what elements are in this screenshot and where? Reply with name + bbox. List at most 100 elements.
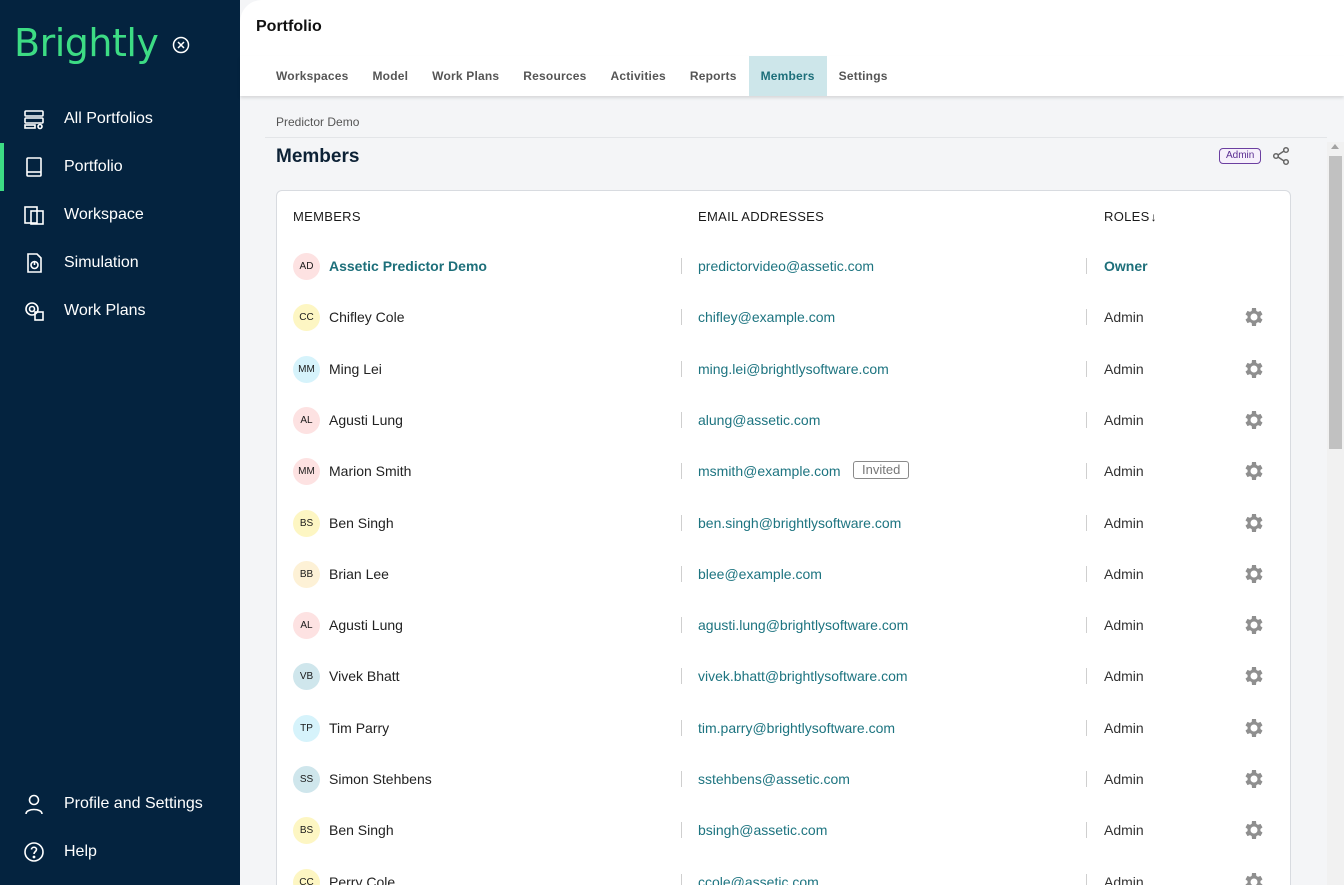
share-icon[interactable] <box>1271 146 1291 166</box>
sidebar-item-simulation[interactable]: Simulation <box>0 241 240 285</box>
close-sidebar-icon[interactable] <box>172 36 190 54</box>
member-role: Admin <box>1104 565 1144 582</box>
table-row: MM Marion Smith msmith@example.com Invited A… <box>277 446 1290 497</box>
column-divider <box>681 463 682 480</box>
avatar: AL <box>293 612 320 640</box>
column-divider <box>681 411 682 428</box>
column-divider <box>681 668 682 685</box>
gear-icon[interactable] <box>1241 716 1265 740</box>
column-divider <box>681 309 682 326</box>
breadcrumb-divider <box>265 137 1327 138</box>
member-email[interactable]: predictorvideo@assetic.com <box>698 258 874 274</box>
gear-icon[interactable] <box>1241 305 1265 329</box>
tab-work-plans[interactable]: Work Plans <box>420 56 511 96</box>
sidebar-item-workspace[interactable]: Workspace <box>0 193 240 237</box>
column-divider <box>681 258 682 274</box>
tab-members[interactable]: Members <box>748 56 827 96</box>
table-row: AL Agusti Lung alung@assetic.com Admin <box>277 395 1290 446</box>
member-email[interactable]: ming.lei@brightlysoftware.com <box>698 361 889 377</box>
member-email[interactable]: bsingh@assetic.com <box>698 822 827 838</box>
sidebar-item-portfolio[interactable]: Portfolio <box>0 143 240 191</box>
column-divider <box>1086 411 1087 428</box>
member-email[interactable]: vivek.bhatt@brightlysoftware.com <box>698 668 908 684</box>
member-role: Admin <box>1104 411 1144 428</box>
avatar: BS <box>293 817 320 845</box>
roles-column-header[interactable]: ROLES↓ <box>1104 209 1157 224</box>
table-row: SS Simon Stehbens sstehbens@assetic.com Adm… <box>277 754 1290 805</box>
breadcrumb[interactable]: Predictor Demo <box>276 115 359 129</box>
logo-text: Brightly <box>14 21 159 65</box>
column-divider <box>1086 565 1087 582</box>
members-column-header[interactable]: MEMBERS <box>293 209 361 224</box>
gear-icon[interactable] <box>1241 767 1265 791</box>
sidebar-item-label: Workspace <box>64 206 144 223</box>
member-name: Vivek Bhatt <box>329 668 400 685</box>
member-name: Brian Lee <box>329 565 389 582</box>
sidebar-item-help[interactable]: Help <box>0 830 240 874</box>
column-divider <box>681 822 682 839</box>
sidebar-item-work-plans[interactable]: Work Plans <box>0 289 240 333</box>
emails-column-header[interactable]: EMAIL ADDRESSES <box>698 209 824 224</box>
column-divider <box>681 514 682 531</box>
member-name: Ming Lei <box>329 360 382 377</box>
table-row: AL Agusti Lung agusti.lung@brightlysoftwar… <box>277 600 1290 651</box>
sidebar: Brightly All Portfolios Portfolio Worksp… <box>0 0 240 885</box>
avatar: AD <box>293 253 320 280</box>
sort-down-icon: ↓ <box>1150 210 1157 224</box>
gear-icon[interactable] <box>1241 408 1265 432</box>
member-email[interactable]: ccole@assetic.com <box>698 874 819 885</box>
member-email[interactable]: sstehbens@assetic.com <box>698 771 850 787</box>
column-divider <box>681 565 682 582</box>
gear-icon[interactable] <box>1241 613 1265 637</box>
member-role: Admin <box>1104 822 1144 839</box>
member-role: Admin <box>1104 771 1144 787</box>
member-email[interactable]: chifley@example.com <box>698 309 835 325</box>
table-row: TP Tim Parry tim.parry@brightlysoftware.co… <box>277 703 1290 754</box>
member-email[interactable]: ben.singh@brightlysoftware.com <box>698 515 901 531</box>
gear-icon[interactable] <box>1241 511 1265 535</box>
table-row: VB Vivek Bhatt vivek.bhatt@brightlysoftwar… <box>277 651 1290 702</box>
scrollbar-thumb[interactable] <box>1329 156 1342 449</box>
gear-icon[interactable] <box>1241 818 1265 842</box>
sidebar-item-label: All Portfolios <box>64 110 153 127</box>
member-name: Perry Cole <box>329 873 396 885</box>
member-email[interactable]: msmith@example.com <box>698 463 841 479</box>
table-row: AD Assetic Predictor Demo predictorvideo@a… <box>277 241 1290 292</box>
book-icon <box>22 155 46 179</box>
member-email[interactable]: tim.parry@brightlysoftware.com <box>698 720 895 736</box>
member-name: Agusti Lung <box>329 411 403 428</box>
member-email[interactable]: agusti.lung@brightlysoftware.com <box>698 617 908 633</box>
column-divider <box>1086 463 1087 480</box>
column-divider <box>681 771 682 787</box>
tab-reports[interactable]: Reports <box>678 56 749 96</box>
member-email[interactable]: blee@example.com <box>698 566 822 582</box>
invited-badge: Invited <box>853 461 910 480</box>
tab-model[interactable]: Model <box>360 56 420 96</box>
table-row: CC Chifley Cole chifley@example.com Admin <box>277 292 1290 343</box>
scroll-up-arrow-icon[interactable] <box>1331 144 1339 149</box>
tab-workspaces[interactable]: Workspaces <box>264 56 360 96</box>
sidebar-item-all-portfolios[interactable]: All Portfolios <box>0 97 240 141</box>
member-role: Admin <box>1104 617 1144 634</box>
brightly-logo[interactable]: Brightly <box>14 20 159 66</box>
avatar: VB <box>293 663 320 691</box>
column-divider <box>1086 822 1087 839</box>
avatar: AL <box>293 406 320 434</box>
sidebar-item-label: Simulation <box>64 254 139 271</box>
tab-settings[interactable]: Settings <box>827 56 900 96</box>
avatar: BB <box>293 560 320 588</box>
member-name: Simon Stehbens <box>329 771 432 787</box>
sidebar-item-profile-settings[interactable]: Profile and Settings <box>0 782 240 826</box>
tab-activities[interactable]: Activities <box>598 56 677 96</box>
column-divider <box>1086 873 1087 885</box>
workspace-icon <box>22 203 46 227</box>
gear-icon[interactable] <box>1241 870 1265 885</box>
member-email[interactable]: alung@assetic.com <box>698 412 820 428</box>
gear-icon[interactable] <box>1241 664 1265 688</box>
gear-icon[interactable] <box>1241 562 1265 586</box>
gear-icon[interactable] <box>1241 459 1265 483</box>
column-divider <box>1086 719 1087 736</box>
tab-resources[interactable]: Resources <box>511 56 598 96</box>
sidebar-item-label: Work Plans <box>64 302 146 319</box>
gear-icon[interactable] <box>1241 357 1265 381</box>
